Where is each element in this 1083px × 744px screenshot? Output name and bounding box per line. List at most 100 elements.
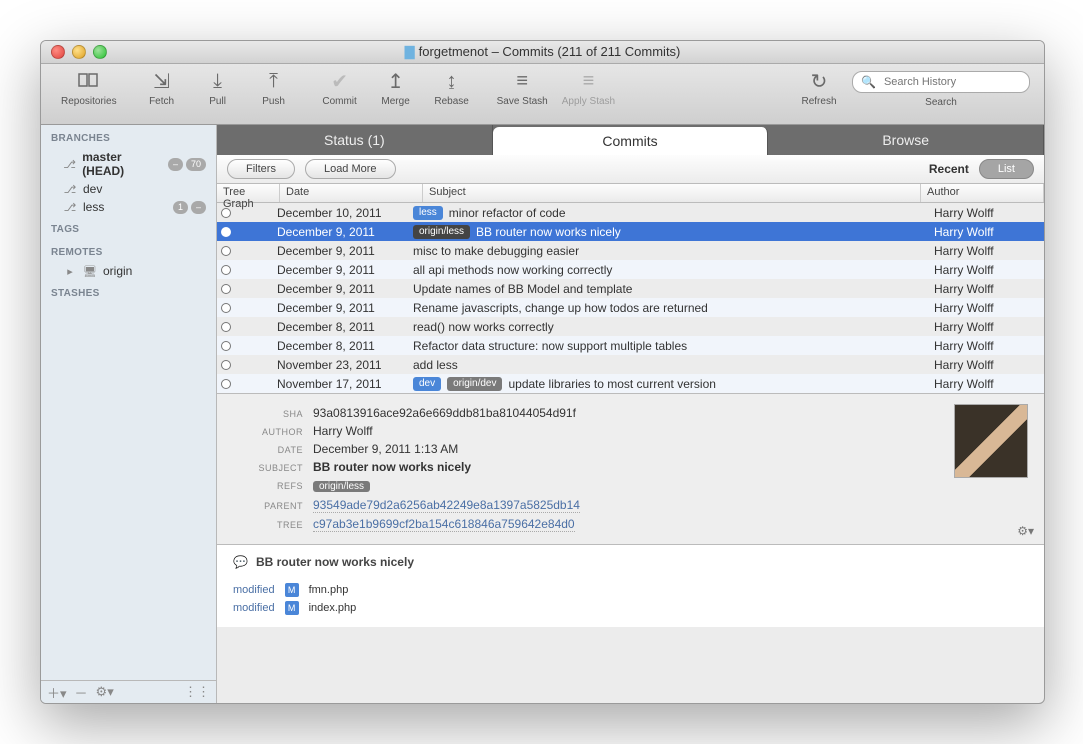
commit-row[interactable]: December 9, 2011 origin/lessBB router no…: [217, 222, 1044, 241]
commit-author: Harry Wolff: [928, 206, 1044, 220]
commit-author: Harry Wolff: [928, 244, 1044, 258]
ref-tag: less: [413, 206, 443, 220]
pull-button[interactable]: ⤓Pull: [197, 68, 239, 107]
tab-browse[interactable]: Browse: [768, 125, 1044, 155]
commit-date: December 10, 2011: [271, 206, 407, 220]
ahead-count: 70: [186, 158, 206, 171]
graph-node-icon: [221, 208, 231, 218]
column-subject[interactable]: Subject: [423, 184, 921, 202]
graph-node-icon: [221, 227, 231, 237]
graph-node-icon: [221, 284, 231, 294]
search-label: Search: [925, 97, 957, 108]
save-stash-button[interactable]: ≡Save Stash: [497, 68, 548, 107]
app-window: ▇ forgetmenot – Commits (211 of 211 Commi…: [40, 40, 1045, 704]
load-more-button[interactable]: Load More: [305, 159, 396, 179]
merge-button[interactable]: ↥Merge: [375, 68, 417, 107]
settings-button[interactable]: ⚙▾: [96, 684, 114, 700]
changed-file[interactable]: modified M index.php: [233, 599, 1028, 617]
commit-row[interactable]: December 10, 2011 lessminor refactor of …: [217, 203, 1044, 222]
repositories-button[interactable]: Repositories: [61, 68, 117, 107]
window-title: forgetmenot – Commits (211 of 211 Commit…: [419, 44, 681, 59]
column-date[interactable]: Date: [280, 184, 423, 202]
commit-author: Harry Wolff: [928, 225, 1044, 239]
search-field[interactable]: 🔍: [852, 71, 1030, 93]
commit-row[interactable]: December 9, 2011 all api methods now wor…: [217, 260, 1044, 279]
column-tree[interactable]: Tree Graph: [217, 184, 280, 202]
main-tabs: Status (1) Commits Browse: [217, 125, 1044, 155]
detail-parent[interactable]: 93549ade79d2a6256ab42249e8a1397a5825db14: [313, 498, 580, 513]
branch-master[interactable]: ⎇ master (HEAD) –70: [41, 148, 216, 180]
commit-subbar: Filters Load More Recent List: [217, 155, 1044, 184]
commit-subject: origin/lessBB router now works nicely: [407, 225, 928, 239]
filters-button[interactable]: Filters: [227, 159, 295, 179]
commit-row[interactable]: November 23, 2011 add less Harry Wolff: [217, 355, 1044, 374]
modified-badge: M: [285, 601, 299, 615]
branch-icon: ⎇: [63, 158, 76, 171]
tab-status[interactable]: Status (1): [217, 125, 493, 155]
push-button[interactable]: ⤒Push: [253, 68, 295, 107]
remote-origin[interactable]: ▸🖥origin: [41, 262, 216, 280]
graph-node-icon: [221, 265, 231, 275]
commit-subject: add less: [407, 358, 928, 372]
search-input[interactable]: [882, 75, 1028, 89]
commit-row[interactable]: November 17, 2011 devorigin/devupdate li…: [217, 374, 1044, 393]
detail-settings-button[interactable]: ⚙▾: [1017, 524, 1034, 538]
branch-icon: ⎇: [63, 183, 77, 196]
commit-subject: Update names of BB Model and template: [407, 282, 928, 296]
view-list[interactable]: List: [979, 159, 1034, 179]
commit-author: Harry Wolff: [928, 301, 1044, 315]
detail-refs: origin/less: [313, 478, 370, 494]
commit-button[interactable]: ✔Commit: [319, 68, 361, 107]
view-recent[interactable]: Recent: [929, 162, 969, 176]
commit-date: December 8, 2011: [271, 339, 407, 353]
ahead-count: –: [191, 201, 206, 214]
commit-subject: all api methods now working correctly: [407, 263, 928, 277]
rebase-icon: ↨: [438, 68, 466, 94]
branch-icon: ⎇: [63, 201, 77, 214]
detail-date: December 9, 2011 1:13 AM: [313, 442, 458, 456]
ref-tag: origin/less: [413, 225, 470, 239]
folder-icon: ▇: [405, 44, 415, 59]
apply-stash-icon: ≡: [574, 68, 602, 94]
behind-count: –: [168, 158, 183, 171]
tab-commits[interactable]: Commits: [493, 127, 769, 155]
commit-subject: Rename javascripts, change up how todos …: [407, 301, 928, 315]
add-button[interactable]: ＋▾: [47, 683, 67, 702]
file-changes: 💬BB router now works nicely modified M f…: [217, 544, 1044, 627]
branch-dev[interactable]: ⎇dev: [41, 180, 216, 198]
merge-icon: ↥: [382, 68, 410, 94]
changed-file[interactable]: modified M fmn.php: [233, 581, 1028, 599]
commit-date: December 9, 2011: [271, 244, 407, 258]
close-window-button[interactable]: [51, 45, 65, 59]
search-icon: 🔍: [861, 75, 876, 89]
column-author[interactable]: Author: [921, 184, 1044, 202]
commit-row[interactable]: December 8, 2011 Refactor data structure…: [217, 336, 1044, 355]
remote-icon: 🖥: [83, 265, 97, 278]
commit-row[interactable]: December 9, 2011 misc to make debugging …: [217, 241, 1044, 260]
branch-less[interactable]: ⎇ less 1–: [41, 198, 216, 216]
remove-button[interactable]: －: [75, 683, 88, 702]
graph-node-icon: [221, 303, 231, 313]
disclosure-icon: ▸: [63, 265, 77, 278]
column-headers: Tree Graph Date Subject Author: [217, 184, 1044, 203]
commit-row[interactable]: December 9, 2011 Update names of BB Mode…: [217, 279, 1044, 298]
resize-handle-icon[interactable]: ⋮⋮: [184, 684, 210, 700]
refresh-button[interactable]: ↻Refresh: [798, 68, 840, 107]
commit-date: December 9, 2011: [271, 282, 407, 296]
commit-author: Harry Wolff: [928, 320, 1044, 334]
commit-author: Harry Wolff: [928, 339, 1044, 353]
fetch-button[interactable]: ⇲Fetch: [141, 68, 183, 107]
zoom-window-button[interactable]: [93, 45, 107, 59]
commit-row[interactable]: December 9, 2011 Rename javascripts, cha…: [217, 298, 1044, 317]
rebase-button[interactable]: ↨Rebase: [431, 68, 473, 107]
minimize-window-button[interactable]: [72, 45, 86, 59]
change-type: modified: [233, 602, 275, 614]
commit-date: November 23, 2011: [271, 358, 407, 372]
apply-stash-button[interactable]: ≡Apply Stash: [562, 68, 615, 107]
file-name: index.php: [309, 602, 357, 614]
pull-icon: ⤓: [204, 68, 232, 94]
main-panel: Status (1) Commits Browse Filters Load M…: [217, 125, 1044, 703]
fetch-icon: ⇲: [148, 68, 176, 94]
commit-row[interactable]: December 8, 2011 read() now works correc…: [217, 317, 1044, 336]
detail-tree[interactable]: c97ab3e1b9699cf2ba154c618846a759642e84d0: [313, 517, 575, 532]
